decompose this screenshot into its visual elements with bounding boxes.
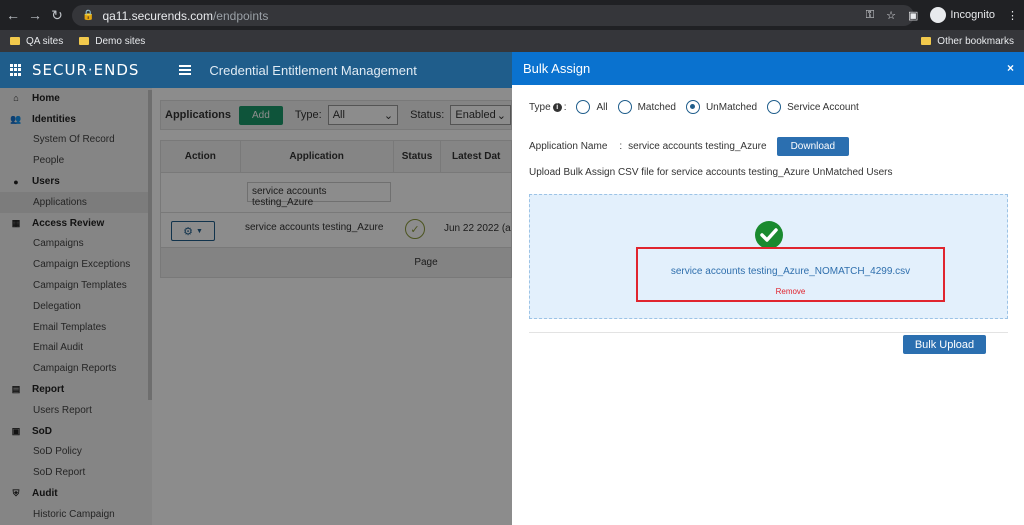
key-icon[interactable]: ⚿ [866,9,874,22]
close-icon[interactable]: × [1007,61,1014,75]
modal-header: Bulk Assign × [512,52,1024,85]
hamburger-icon[interactable] [179,63,192,77]
application-name-row: Application Name : service accounts test… [529,137,850,156]
logo: SECUR·ENDS [32,61,140,79]
back-icon[interactable]: ← [4,6,22,24]
uploaded-file-highlight: service accounts testing_Azure_NOMATCH_4… [636,247,945,302]
app-name-value: service accounts testing_Azure [628,141,767,152]
radio-matched[interactable] [617,100,632,114]
page-title: Credential Entitlement Management [209,62,417,78]
reload-icon[interactable]: ↻ [48,6,66,24]
lock-icon: 🔒 [82,10,95,21]
bookmarks-bar: QA sites Demo sites Other bookmarks [0,30,1024,52]
uploaded-file-name: service accounts testing_Azure_NOMATCH_4… [670,266,911,277]
radio-unmatched-label[interactable]: UnMatched [706,102,757,113]
radio-all-label[interactable]: All [596,102,607,113]
radio-service-account-label[interactable]: Service Account [787,102,859,113]
menu-kebab-icon[interactable]: ⋮ [1007,9,1018,22]
app-name-label: Application Name [529,141,608,152]
browser-toolbar: ← → ↻ 🔒 qa11.securends.com/endpoints ⚿ ☆… [0,0,1024,30]
file-dropzone[interactable]: service accounts testing_Azure_NOMATCH_4… [529,194,1008,319]
url-text: qa11.securends.com/endpoints [102,8,269,23]
download-button[interactable]: Download [776,137,850,156]
bulk-upload-button[interactable]: Bulk Upload [903,335,986,354]
radio-service-account[interactable] [767,100,782,114]
type-radio-group: Type i: All Matched UnMatched Service Ac… [529,100,859,114]
radio-unmatched[interactable] [685,100,700,114]
sidepanel-icon[interactable]: ▣ [908,9,918,22]
success-check-icon [755,221,783,249]
radio-all[interactable] [576,100,591,114]
other-bookmarks[interactable]: Other bookmarks [921,30,1014,52]
forward-icon[interactable]: → [26,6,44,24]
info-icon[interactable]: i [552,102,562,112]
incognito-icon [930,7,947,23]
address-bar[interactable]: 🔒 qa11.securends.com/endpoints [72,5,914,26]
type-label: Type [529,101,551,113]
modal-backdrop[interactable] [0,88,512,525]
folder-icon [79,37,90,45]
upload-instructions: Upload Bulk Assign CSV file for service … [529,167,893,178]
bookmark-demo-sites[interactable]: Demo sites [79,36,145,47]
remove-file-link[interactable]: Remove [638,287,943,296]
folder-icon [10,37,20,45]
modal-title: Bulk Assign [523,61,591,76]
folder-icon [921,37,932,45]
bulk-assign-modal: Bulk Assign × Type i: All Matched UnMatc… [512,52,1024,525]
bookmark-qa-sites[interactable]: QA sites [10,36,63,47]
incognito-badge[interactable]: Incognito [930,7,995,23]
divider [529,332,1008,333]
radio-matched-label[interactable]: Matched [638,102,676,113]
app-header: SECUR·ENDS Credential Entitlement Manage… [0,52,512,88]
apps-grid-icon[interactable] [10,64,22,76]
star-icon[interactable]: ☆ [886,9,896,22]
